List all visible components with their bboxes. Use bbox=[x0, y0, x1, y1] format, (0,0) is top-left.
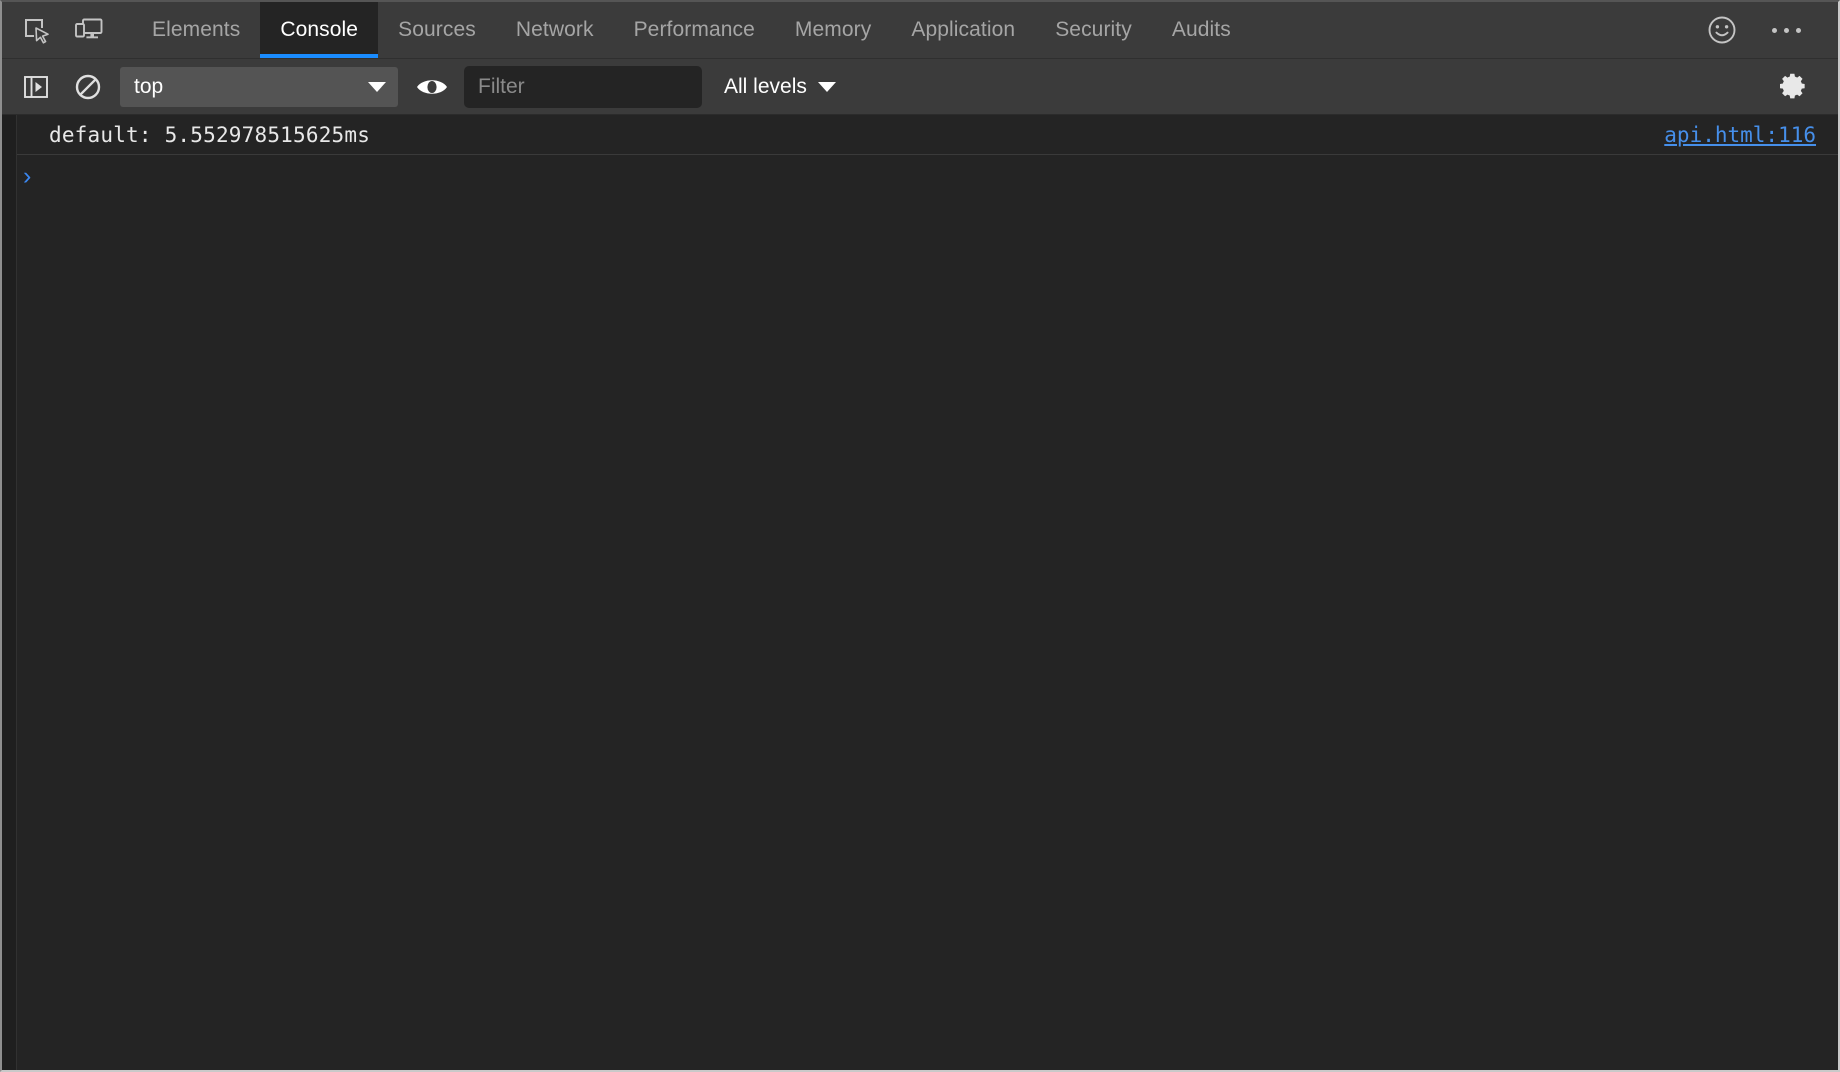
console-body: default: 5.552978515625ms api.html:116 › bbox=[2, 115, 1838, 1070]
console-prompt-row[interactable]: › bbox=[2, 155, 1838, 197]
tab-bar-actions bbox=[1690, 2, 1838, 58]
smiley-face-icon[interactable] bbox=[1690, 13, 1754, 47]
devtools-window: Elements Console Sources Network Perform… bbox=[0, 0, 1840, 1072]
log-level-select[interactable]: All levels bbox=[724, 75, 836, 99]
execution-context-select[interactable]: top bbox=[120, 66, 398, 107]
console-message-source-link[interactable]: api.html:116 bbox=[1664, 123, 1816, 147]
tab-label: Sources bbox=[398, 18, 476, 41]
tab-label: Elements bbox=[152, 18, 241, 41]
tab-label: Memory bbox=[794, 18, 872, 41]
tab-label: Audits bbox=[1171, 18, 1231, 41]
tab-application[interactable]: Application bbox=[891, 2, 1035, 58]
prompt-chevron-icon: › bbox=[23, 161, 32, 190]
tab-label: Application bbox=[911, 18, 1016, 41]
tab-network[interactable]: Network bbox=[496, 2, 614, 58]
tab-label: Console bbox=[280, 18, 359, 41]
panel-tabs: Elements Console Sources Network Perform… bbox=[132, 2, 1251, 58]
tab-audits[interactable]: Audits bbox=[1152, 2, 1251, 58]
tab-console[interactable]: Console bbox=[260, 2, 379, 58]
filter-input[interactable]: Filter bbox=[464, 65, 702, 108]
inspect-element-icon[interactable] bbox=[10, 2, 62, 58]
tab-label: Network bbox=[515, 18, 594, 41]
console-prompt-input[interactable] bbox=[43, 155, 1838, 197]
tab-performance[interactable]: Performance bbox=[614, 2, 775, 58]
gear-icon[interactable] bbox=[1768, 71, 1820, 103]
devtools-tab-bar: Elements Console Sources Network Perform… bbox=[2, 2, 1838, 59]
console-sidebar-toggle-icon[interactable] bbox=[10, 72, 62, 102]
log-level-value: All levels bbox=[724, 74, 807, 98]
clear-console-icon[interactable] bbox=[62, 72, 114, 102]
console-toolbar: top Filter All levels bbox=[2, 59, 1838, 115]
chevron-down-icon bbox=[368, 81, 386, 92]
filter-placeholder: Filter bbox=[478, 74, 525, 98]
console-empty-area[interactable] bbox=[2, 197, 1838, 1070]
chevron-down-icon bbox=[817, 81, 836, 92]
tab-memory[interactable]: Memory bbox=[775, 2, 891, 58]
console-message-text: default: 5.552978515625ms bbox=[49, 122, 371, 147]
toolbar-actions bbox=[1760, 71, 1838, 103]
eye-icon[interactable] bbox=[404, 74, 460, 100]
device-toolbar-icon[interactable] bbox=[62, 2, 114, 58]
console-message-row[interactable]: default: 5.552978515625ms api.html:116 bbox=[2, 115, 1838, 155]
execution-context-value: top bbox=[134, 74, 164, 98]
tab-label: Security bbox=[1055, 18, 1132, 41]
more-options-icon[interactable] bbox=[1754, 27, 1818, 33]
tab-security[interactable]: Security bbox=[1035, 2, 1152, 58]
tab-sources[interactable]: Sources bbox=[378, 2, 496, 58]
tab-label: Performance bbox=[633, 18, 755, 41]
tab-elements[interactable]: Elements bbox=[132, 2, 260, 58]
console-gutter bbox=[2, 115, 17, 1070]
more-options-dots bbox=[1771, 27, 1801, 33]
